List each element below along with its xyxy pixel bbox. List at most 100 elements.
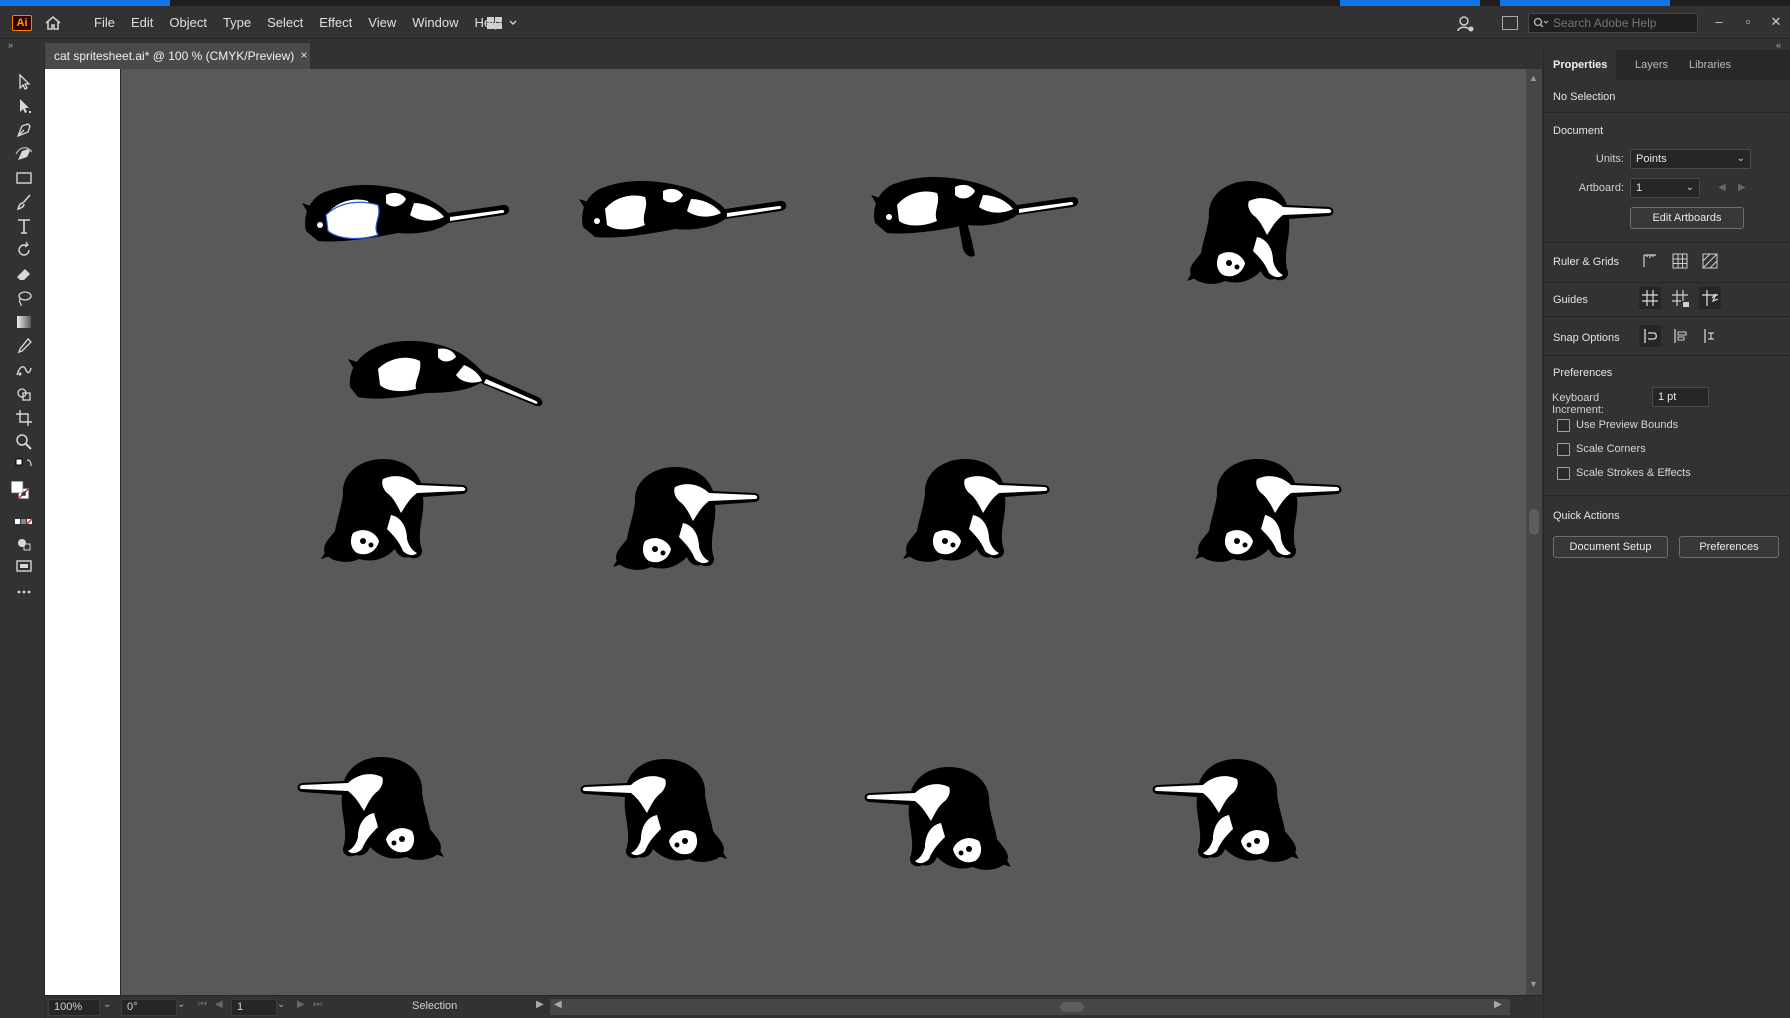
cat-sprite-crouch-2[interactable] bbox=[313, 455, 483, 575]
scale-strokes-checkbox[interactable] bbox=[1557, 467, 1570, 480]
grid-icon[interactable] bbox=[1669, 250, 1691, 272]
artboard-number-field[interactable]: 1 bbox=[231, 999, 277, 1016]
gradient-tool-icon[interactable] bbox=[14, 312, 34, 332]
scroll-left-icon[interactable]: ◀ bbox=[554, 999, 562, 1010]
close-window-icon[interactable]: ✕ bbox=[1768, 14, 1784, 30]
search-box[interactable] bbox=[1528, 13, 1698, 33]
cat-sprite-lying-4[interactable] bbox=[342, 317, 562, 417]
use-preview-bounds-checkbox[interactable] bbox=[1557, 419, 1570, 432]
next-artboard-icon[interactable]: ▶ bbox=[1738, 182, 1746, 193]
units-select[interactable]: Points ⌄ bbox=[1630, 149, 1751, 169]
document-tab[interactable]: cat spritesheet.ai* @ 100 % (CMYK/Previe… bbox=[45, 43, 310, 69]
menu-object[interactable]: Object bbox=[161, 6, 215, 39]
scroll-right-icon[interactable]: ▶ bbox=[1494, 999, 1502, 1010]
blend-tool-icon[interactable] bbox=[14, 360, 34, 380]
transparency-grid-icon[interactable] bbox=[1699, 250, 1721, 272]
previous-artboard-icon[interactable]: ◀ bbox=[215, 999, 223, 1010]
current-tool-label[interactable]: Selection bbox=[412, 1000, 457, 1012]
artboard-dropdown-icon[interactable]: ⌄ bbox=[277, 999, 285, 1010]
cat-sprite-lying-3[interactable] bbox=[867, 165, 1087, 265]
home-icon[interactable] bbox=[44, 15, 62, 31]
show-guides-icon[interactable] bbox=[1639, 287, 1661, 309]
workspace-switcher-icon[interactable] bbox=[486, 15, 522, 31]
close-document-icon[interactable]: × bbox=[298, 49, 310, 61]
menu-view[interactable]: View bbox=[360, 6, 404, 39]
horizontal-scroll-thumb[interactable] bbox=[1060, 1002, 1084, 1012]
cat-sprite-crouch-1[interactable] bbox=[1179, 177, 1349, 297]
menu-type[interactable]: Type bbox=[215, 6, 259, 39]
cat-sprite-crouch-3[interactable] bbox=[605, 457, 775, 587]
cat-sprite-crouch-9[interactable] bbox=[1145, 755, 1315, 885]
search-input[interactable] bbox=[1553, 15, 1693, 31]
selection-tool-icon[interactable] bbox=[14, 72, 34, 92]
artboard-canvas[interactable] bbox=[45, 69, 1526, 995]
fill-stroke-swatch-icon[interactable] bbox=[10, 480, 38, 508]
draw-mode-icon[interactable] bbox=[14, 534, 34, 554]
smart-guides-icon[interactable] bbox=[1699, 287, 1721, 309]
swap-fill-stroke-icon[interactable] bbox=[14, 456, 34, 476]
discover-icon[interactable] bbox=[1456, 15, 1474, 33]
edit-toolbar-icon[interactable] bbox=[14, 582, 34, 602]
shape-builder-tool-icon[interactable] bbox=[14, 384, 34, 404]
cat-sprite-crouch-8[interactable] bbox=[857, 757, 1027, 887]
rectangle-tool-icon[interactable] bbox=[14, 168, 34, 188]
toolbar-collapse-icon[interactable]: » bbox=[8, 40, 13, 50]
eyedropper-tool-icon[interactable] bbox=[14, 336, 34, 356]
screen-mode-icon[interactable] bbox=[14, 556, 34, 576]
panel-layout-icon[interactable] bbox=[1502, 16, 1518, 30]
panel-collapse-icon[interactable]: « bbox=[1776, 40, 1781, 50]
minimize-icon[interactable]: – bbox=[1711, 14, 1727, 30]
lock-guides-icon[interactable] bbox=[1669, 287, 1691, 309]
menu-effect[interactable]: Effect bbox=[311, 6, 360, 39]
preferences-button[interactable]: Preferences bbox=[1679, 536, 1779, 558]
menu-file[interactable]: File bbox=[86, 6, 123, 39]
lasso-tool-icon[interactable] bbox=[14, 288, 34, 308]
canvas-vertical-scrollbar[interactable]: ▲ ▼ bbox=[1526, 69, 1542, 995]
zoom-tool-icon[interactable] bbox=[14, 432, 34, 452]
rotation-field[interactable]: 0° bbox=[121, 999, 177, 1016]
cat-sprite-lying-1[interactable] bbox=[298, 173, 518, 253]
type-tool-icon[interactable] bbox=[14, 216, 34, 236]
vertical-scroll-thumb[interactable] bbox=[1529, 509, 1539, 535]
scroll-down-icon[interactable]: ▼ bbox=[1529, 979, 1538, 989]
edit-artboards-button[interactable]: Edit Artboards bbox=[1630, 207, 1744, 229]
zoom-dropdown-icon[interactable]: ⌄ bbox=[103, 999, 111, 1010]
next-artboard-icon[interactable]: ▶ bbox=[297, 999, 305, 1010]
cat-sprite-crouch-5[interactable] bbox=[1187, 451, 1357, 581]
ruler-icon[interactable] bbox=[1639, 250, 1661, 272]
maximize-icon[interactable]: ▫ bbox=[1740, 14, 1756, 30]
menu-window[interactable]: Window bbox=[404, 6, 466, 39]
zoom-level-field[interactable]: 100% bbox=[48, 999, 100, 1016]
previous-artboard-icon[interactable]: ◀ bbox=[1718, 182, 1726, 193]
tab-layers[interactable]: Layers bbox=[1626, 50, 1677, 80]
scroll-up-icon[interactable]: ▲ bbox=[1529, 73, 1538, 83]
snap-to-point-icon[interactable] bbox=[1639, 325, 1661, 347]
snap-to-glyph-icon[interactable] bbox=[1699, 325, 1721, 347]
color-mode-icon[interactable] bbox=[14, 512, 34, 532]
curvature-tool-icon[interactable] bbox=[14, 144, 34, 164]
canvas-horizontal-scrollbar[interactable]: ◀ ▶ bbox=[550, 999, 1510, 1015]
tab-properties[interactable]: Properties bbox=[1544, 50, 1617, 80]
document-setup-button[interactable]: Document Setup bbox=[1553, 536, 1668, 558]
menu-select[interactable]: Select bbox=[259, 6, 311, 39]
cat-sprite-crouch-4[interactable] bbox=[895, 455, 1065, 575]
keyboard-increment-input[interactable]: 1 pt bbox=[1652, 387, 1709, 407]
first-artboard-icon[interactable]: ⏮ bbox=[198, 999, 207, 1010]
status-menu-icon[interactable]: ▶ bbox=[536, 999, 544, 1010]
rotation-dropdown-icon[interactable]: ⌄ bbox=[177, 999, 185, 1010]
direct-selection-tool-icon[interactable] bbox=[14, 96, 34, 116]
cat-sprite-crouch-7[interactable] bbox=[573, 755, 743, 885]
paintbrush-tool-icon[interactable] bbox=[14, 192, 34, 212]
rotate-tool-icon[interactable] bbox=[14, 240, 34, 260]
cat-sprite-crouch-6[interactable] bbox=[290, 753, 460, 883]
last-artboard-icon[interactable]: ⏭ bbox=[313, 999, 322, 1010]
artboard-select[interactable]: 1 ⌄ bbox=[1630, 178, 1700, 198]
snap-to-pixel-icon[interactable] bbox=[1669, 325, 1691, 347]
menu-edit[interactable]: Edit bbox=[123, 6, 161, 39]
scale-corners-checkbox[interactable] bbox=[1557, 443, 1570, 456]
tab-libraries[interactable]: Libraries bbox=[1680, 50, 1740, 80]
cat-sprite-lying-2[interactable] bbox=[575, 169, 795, 249]
artboard-tool-icon[interactable] bbox=[14, 408, 34, 428]
eraser-tool-icon[interactable] bbox=[14, 264, 34, 284]
pen-tool-icon[interactable] bbox=[14, 120, 34, 140]
